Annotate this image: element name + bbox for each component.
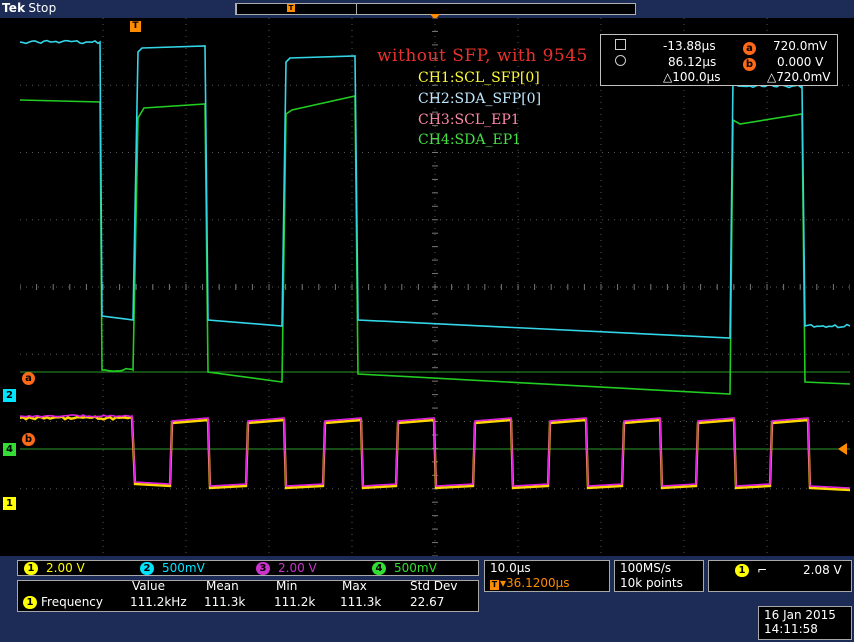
trigger-source-badge: 1 [735, 564, 749, 577]
meas-source: 1 Frequency [23, 595, 103, 609]
ch3-scale[interactable]: 3 2.00 V [256, 561, 317, 575]
date-label: 16 Jan 2015 [764, 608, 836, 622]
ch1-badge: 1 [24, 562, 38, 575]
time-label: 14:11:58 [764, 622, 818, 636]
cursor-b-badge: b [743, 55, 756, 71]
title-annotation: without SFP, with 9545 [377, 46, 588, 66]
ch4-annotation: CH4:SDA_EP1 [418, 132, 521, 148]
ch1-scale-value: 2.00 V [46, 561, 85, 575]
meas-name: Frequency [41, 595, 103, 609]
meas-min: 111.2k [274, 595, 315, 609]
cursor-b-value: 0.000 V [777, 54, 823, 70]
meas-ch1-badge: 1 [23, 596, 37, 609]
brand-label: Tek Stop [2, 1, 56, 15]
trigger-icon: T [490, 580, 499, 590]
meas-mean: 111.3k [204, 595, 245, 609]
measurement-panel[interactable]: Value Mean Min Max Std Dev 1 Frequency 11… [17, 580, 479, 612]
cursor-a-row [615, 38, 626, 54]
ch3-annotation: CH3:SCL_EP1 [418, 112, 520, 128]
trigger-source: 1 ⌐ [735, 563, 767, 577]
record-length: 10k points [620, 576, 683, 590]
ch1-ground-marker[interactable]: 1 [3, 497, 16, 510]
bottom-info-bar: 1 2.00 V 2 500mV 3 2.00 V 4 500mV Value Mean… [0, 556, 854, 642]
square-icon [615, 39, 626, 50]
cursor-a-marker[interactable]: a [22, 372, 35, 385]
circle-icon [615, 55, 626, 66]
trigger-position-icon: T [287, 4, 295, 12]
sample-rate: 100MS/s [620, 561, 671, 575]
trigger-level-icon [838, 443, 847, 455]
ch2-badge: 2 [140, 562, 154, 575]
ch2-ground-marker[interactable]: 2 [3, 389, 16, 402]
waveform-display[interactable]: without SFP, with 9545 CH1:SCL_SFP[0] CH… [20, 18, 850, 556]
cursor-b-time: 86.12µs [668, 54, 716, 70]
cursor-a-time: -13.88µs [663, 38, 716, 54]
cursor-delta-value: △720.0mV [767, 69, 830, 85]
meas-header-value: Value [132, 579, 165, 593]
meas-max: 111.3k [340, 595, 381, 609]
channel-settings-panel[interactable]: 1 2.00 V 2 500mV 3 2.00 V 4 500mV [17, 560, 479, 576]
timebase-scale: 10.0µs [490, 561, 531, 575]
meas-header-max: Max [342, 579, 367, 593]
meas-value: 111.2kHz [130, 595, 187, 609]
ch3-badge: 3 [256, 562, 270, 575]
cursor-delta-time: △100.0µs [663, 69, 720, 85]
trigger-slope-icon: ⌐ [757, 563, 767, 577]
meas-stddev: 22.67 [410, 595, 444, 609]
cursor-b-row [615, 54, 626, 70]
acq-status: Stop [28, 1, 56, 15]
trigger-level: 2.08 V [803, 563, 842, 577]
cursor-a-badge: a [743, 39, 756, 55]
ch3-scale-value: 2.00 V [278, 561, 317, 575]
ch1-scale[interactable]: 1 2.00 V [24, 561, 85, 575]
cursor-a-value: 720.0mV [773, 38, 827, 54]
cursor-readout: -13.88µs a 720.0mV 86.12µs b 0.000 V △10… [600, 34, 838, 86]
trigger-position: T ▾36.1200µs [490, 576, 570, 590]
meas-header-mean: Mean [206, 579, 239, 593]
trigger-panel[interactable]: 1 ⌐ 2.08 V [708, 560, 852, 592]
datetime-panel: 16 Jan 2015 14:11:58 [758, 606, 852, 640]
ch1-annotation: CH1:SCL_SFP[0] [418, 70, 540, 86]
trigger-time-marker: T [130, 21, 141, 32]
ch4-scale-value: 500mV [394, 561, 437, 575]
ch2-scale-value: 500mV [162, 561, 205, 575]
ch4-ground-marker[interactable]: 4 [3, 443, 16, 456]
ch2-annotation: CH2:SDA_SFP[0] [418, 91, 541, 107]
brand-text: Tek [2, 1, 25, 15]
ch2-scale[interactable]: 2 500mV [140, 561, 205, 575]
ch4-badge: 4 [372, 562, 386, 575]
ch4-scale[interactable]: 4 500mV [372, 561, 437, 575]
acquisition-panel[interactable]: 100MS/s 10k points [614, 560, 704, 592]
meas-header-stddev: Std Dev [410, 579, 457, 593]
meas-header-min: Min [276, 579, 297, 593]
record-window [235, 3, 357, 15]
status-bar: Tek Stop T [0, 0, 854, 18]
timebase-panel[interactable]: 10.0µs T ▾36.1200µs [484, 560, 610, 592]
cursor-b-marker[interactable]: b [22, 433, 35, 446]
trigger-position-value: ▾36.1200µs [500, 576, 570, 590]
